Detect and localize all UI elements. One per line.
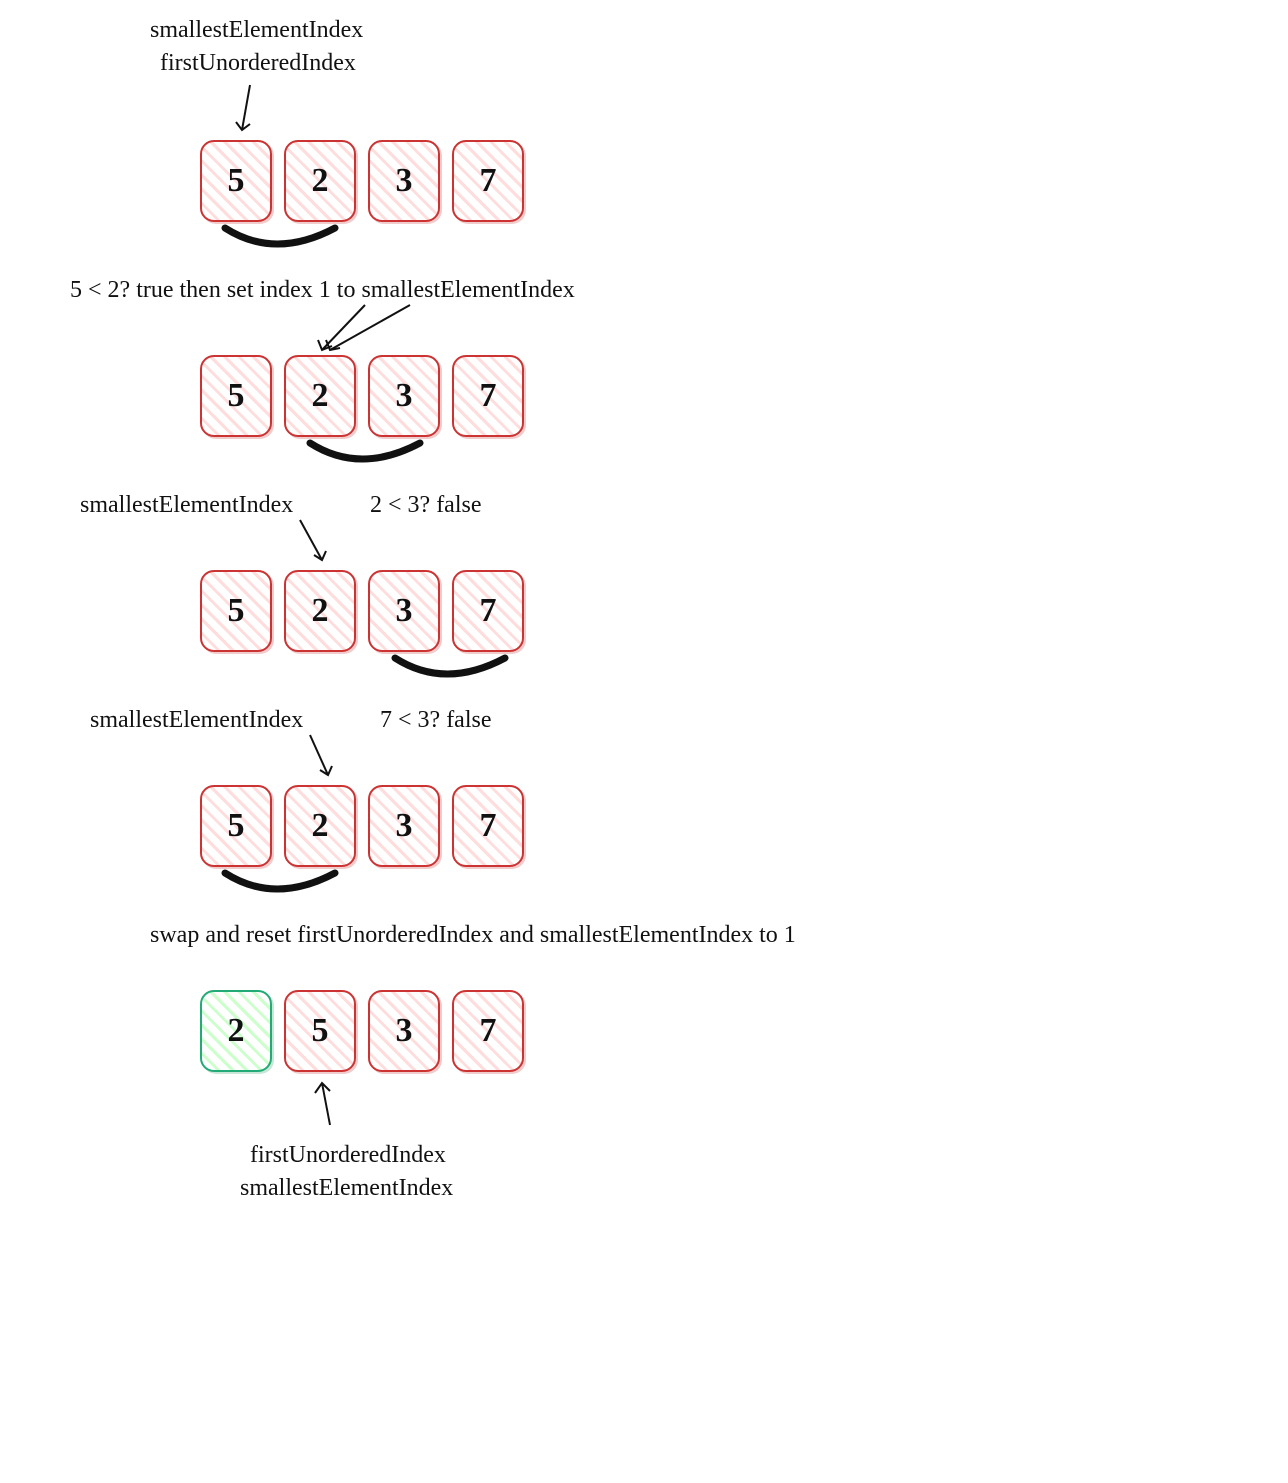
cell-r3-3: 7 — [452, 570, 524, 652]
cell-r2-1: 2 — [284, 355, 356, 437]
swoosh-r2-12 — [300, 435, 440, 475]
cell-r4-3: 7 — [452, 785, 524, 867]
cells-row-4: 5 2 3 7 — [200, 785, 524, 867]
caption-step2-left: smallestElementIndex — [80, 490, 293, 521]
arrow-caption-to-r2-1b — [320, 300, 440, 360]
cell-r3-2: 3 — [368, 570, 440, 652]
caption-step3-right: 7 < 3? false — [380, 705, 492, 736]
swoosh-r3-23 — [385, 650, 525, 690]
cell-r5-3: 7 — [452, 990, 524, 1072]
label-fui-top: firstUnorderedIndex — [160, 48, 356, 79]
cell-r5-0: 2 — [200, 990, 272, 1072]
label-fui-bottom: firstUnorderedIndex — [250, 1140, 446, 1171]
caption-swap: swap and reset firstUnorderedIndex and s… — [150, 920, 796, 951]
arrow-top-to-cell0 — [230, 80, 270, 140]
cell-r3-0: 5 — [200, 570, 272, 652]
cell-r1-0: 5 — [200, 140, 272, 222]
swoosh-r1-01 — [215, 220, 355, 260]
caption-step2-right: 2 < 3? false — [370, 490, 482, 521]
cell-r3-1: 2 — [284, 570, 356, 652]
cells-row-3: 5 2 3 7 — [200, 570, 524, 652]
cell-r4-1: 2 — [284, 785, 356, 867]
cell-r5-1: 5 — [284, 990, 356, 1072]
cells-row-1: 5 2 3 7 — [200, 140, 524, 222]
label-sei-bottom: smallestElementIndex — [240, 1173, 453, 1204]
cell-r5-2: 3 — [368, 990, 440, 1072]
cell-r2-3: 7 — [452, 355, 524, 437]
arrow-sei-to-r4-1 — [300, 730, 360, 785]
cell-r2-2: 3 — [368, 355, 440, 437]
cells-row-2: 5 2 3 7 — [200, 355, 524, 437]
cell-r2-0: 5 — [200, 355, 272, 437]
label-sei-top: smallestElementIndex — [150, 15, 363, 46]
cell-r1-1: 2 — [284, 140, 356, 222]
cell-r4-2: 3 — [368, 785, 440, 867]
cell-r4-0: 5 — [200, 785, 272, 867]
caption-step3-left: smallestElementIndex — [90, 705, 303, 736]
cell-r1-2: 3 — [368, 140, 440, 222]
arrow-bottom-to-r5-1 — [300, 1075, 360, 1135]
arrow-sei-to-r3-1 — [290, 515, 350, 570]
swoosh-r4-01 — [215, 865, 355, 905]
cell-r1-3: 7 — [452, 140, 524, 222]
cells-row-5: 2 5 3 7 — [200, 990, 524, 1072]
